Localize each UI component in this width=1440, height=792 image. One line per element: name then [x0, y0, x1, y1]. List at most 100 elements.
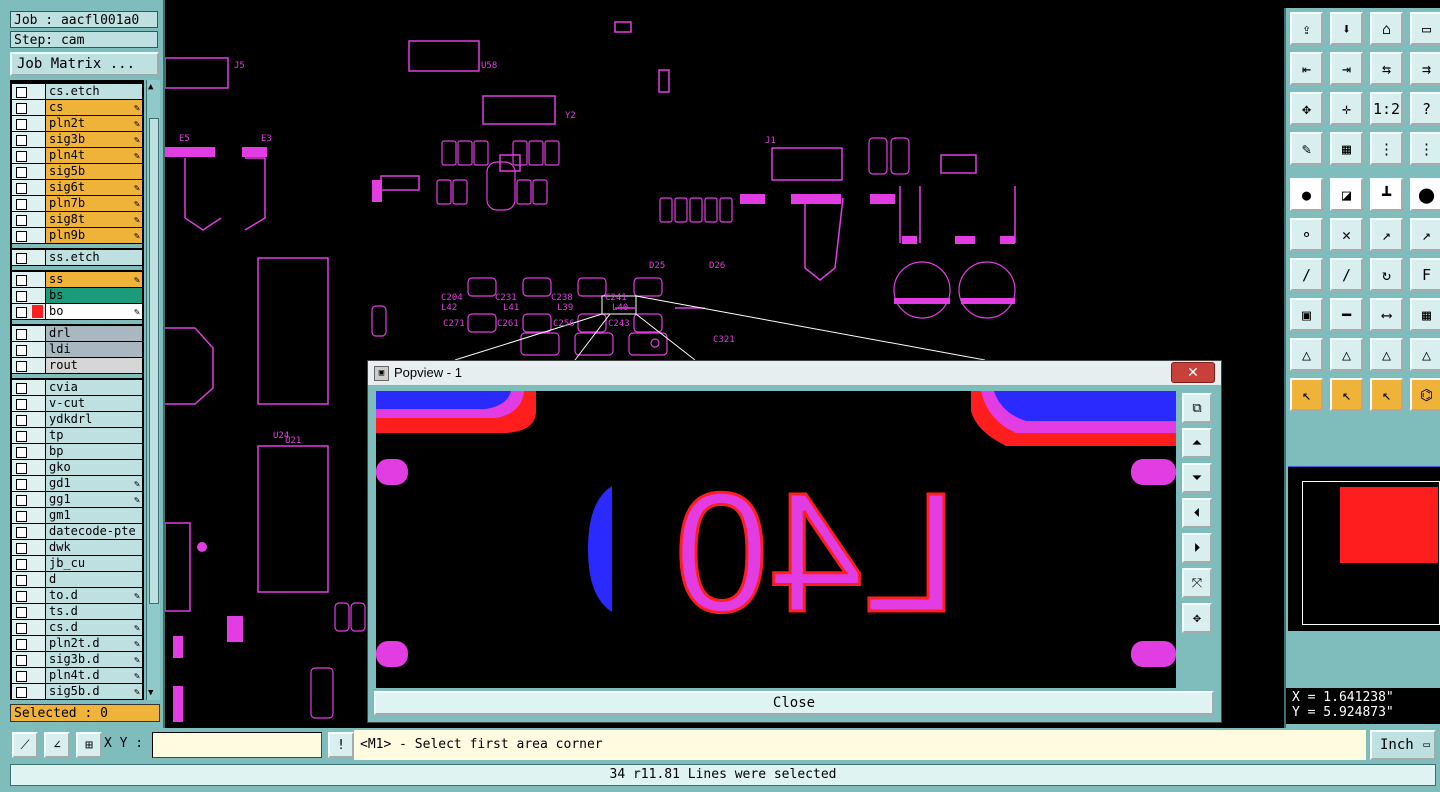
- layer-checkbox[interactable]: [16, 399, 27, 410]
- layer-name[interactable]: cvia: [46, 380, 142, 395]
- layer-checkbox[interactable]: [16, 671, 27, 682]
- layer-checkbox[interactable]: [16, 345, 27, 356]
- layer-checkbox[interactable]: [16, 383, 27, 394]
- layer-name[interactable]: ldi: [46, 342, 142, 357]
- xy-input[interactable]: [152, 732, 322, 758]
- layer-checkbox[interactable]: [16, 511, 27, 522]
- pointer-icon[interactable]: ↖: [1290, 378, 1323, 411]
- layer-checkbox[interactable]: [16, 623, 27, 634]
- layer-name[interactable]: ydkdrl: [46, 412, 142, 427]
- layer-row[interactable]: gko: [12, 460, 142, 475]
- layer-name[interactable]: gg1 ✎: [46, 492, 142, 507]
- layer-list-scrollbar[interactable]: ▲ ▼: [146, 80, 160, 700]
- overview-viewport[interactable]: [1340, 487, 1438, 563]
- layer-name[interactable]: pln4t ✎: [46, 148, 142, 163]
- layer-row[interactable]: pln4t.d ✎: [12, 668, 142, 683]
- scroll-down-arrow-icon[interactable]: ▼: [148, 688, 158, 698]
- layer-name[interactable]: drl: [46, 326, 142, 341]
- popview-pan-down-icon[interactable]: ⏷: [1182, 463, 1212, 493]
- layer-checkbox[interactable]: [16, 275, 27, 286]
- layer-name[interactable]: cs.d ✎: [46, 620, 142, 635]
- layer-checkbox[interactable]: [16, 447, 27, 458]
- layer-row[interactable]: ss ✎: [12, 272, 142, 287]
- angle-icon[interactable]: △: [1290, 338, 1323, 371]
- pan-left-icon[interactable]: ⇤: [1290, 52, 1323, 85]
- layer-checkbox[interactable]: [16, 199, 27, 210]
- layer-row[interactable]: d: [12, 572, 142, 587]
- flow-icon[interactable]: ⌬: [1410, 378, 1440, 411]
- grid-icon[interactable]: ▦: [1330, 132, 1363, 165]
- layer-checkbox[interactable]: [16, 655, 27, 666]
- popview-zoom-out-icon[interactable]: ⤧: [1182, 568, 1212, 598]
- layer-name[interactable]: jb_cu: [46, 556, 142, 571]
- overview-map[interactable]: [1288, 466, 1440, 631]
- edit-icon[interactable]: ✎: [1290, 132, 1323, 165]
- layer-checkbox[interactable]: [16, 575, 27, 586]
- layer-name[interactable]: pln9b ✎: [46, 228, 142, 243]
- cross-icon[interactable]: ✕: [1330, 218, 1363, 251]
- layer-row[interactable]: pln2t.d ✎: [12, 636, 142, 651]
- layer-row[interactable]: bo ✎: [12, 304, 142, 319]
- layer-row[interactable]: gd1 ✎: [12, 476, 142, 491]
- layer-name[interactable]: bo ✎: [46, 304, 142, 319]
- layer-name[interactable]: gko: [46, 460, 142, 475]
- layer-checkbox[interactable]: [16, 591, 27, 602]
- netlist-icon[interactable]: ⋮: [1370, 132, 1403, 165]
- home-icon[interactable]: ⌂: [1370, 12, 1403, 45]
- layer-name[interactable]: sig3b ✎: [46, 132, 142, 147]
- layer-checkbox[interactable]: [16, 119, 27, 130]
- pointer3-icon[interactable]: ↖: [1370, 378, 1403, 411]
- fit-icon[interactable]: ✥: [1290, 92, 1323, 125]
- layer-row[interactable]: sig5b: [12, 164, 142, 179]
- layer-row[interactable]: sig8t ✎: [12, 212, 142, 227]
- line-icon[interactable]: ∕: [1290, 258, 1323, 291]
- layer-row[interactable]: rout: [12, 358, 142, 373]
- layer-name[interactable]: v-cut: [46, 396, 142, 411]
- layer-name[interactable]: ss ✎: [46, 272, 142, 287]
- layer-checkbox[interactable]: [16, 253, 27, 264]
- layer-row[interactable]: sig3b.d ✎: [12, 652, 142, 667]
- layer-row[interactable]: gm1: [12, 508, 142, 523]
- pointer2-icon[interactable]: ↖: [1330, 378, 1363, 411]
- layer-name[interactable]: ss.etch: [46, 250, 142, 265]
- popview-zoom-in-icon[interactable]: ✥: [1182, 603, 1212, 633]
- layer-name[interactable]: d: [46, 572, 142, 587]
- measure-angle-icon[interactable]: ∠: [44, 732, 70, 758]
- layer-row[interactable]: cs.d ✎: [12, 620, 142, 635]
- layer-name[interactable]: datecode-pte: [46, 524, 142, 539]
- popview-canvas[interactable]: L40: [376, 391, 1176, 688]
- layer-row[interactable]: sig5b.d ✎: [12, 684, 142, 699]
- layer-row[interactable]: bs: [12, 288, 142, 303]
- layer-row[interactable]: cs ✎: [12, 100, 142, 115]
- dimension-icon[interactable]: ⟷: [1370, 298, 1403, 331]
- route-icon[interactable]: ↗: [1370, 218, 1403, 251]
- layer-name[interactable]: rout: [46, 358, 142, 373]
- popview-pan-left-icon[interactable]: ⏴: [1182, 498, 1212, 528]
- layer-name[interactable]: gm1: [46, 508, 142, 523]
- layer-checkbox[interactable]: [16, 291, 27, 302]
- step-icon[interactable]: ⇉: [1410, 52, 1440, 85]
- layer-row[interactable]: jb_cu: [12, 556, 142, 571]
- layer-row[interactable]: cs.etch: [12, 84, 142, 99]
- layer-name[interactable]: pln2t ✎: [46, 116, 142, 131]
- ratio-icon[interactable]: 1:2: [1370, 92, 1403, 125]
- center-icon[interactable]: ✛: [1330, 92, 1363, 125]
- connect-icon[interactable]: ⚬: [1290, 218, 1323, 251]
- layer-checkbox[interactable]: [16, 87, 27, 98]
- text-icon[interactable]: F: [1410, 258, 1440, 291]
- layer-checkbox[interactable]: [16, 543, 27, 554]
- pan-right-icon[interactable]: ⇥: [1330, 52, 1363, 85]
- layer-checkbox[interactable]: [16, 307, 27, 318]
- grid-icon[interactable]: ⊞: [76, 732, 102, 758]
- layer-row[interactable]: drl: [12, 326, 142, 341]
- layer-row[interactable]: ydkdrl: [12, 412, 142, 427]
- close-icon[interactable]: ✕: [1171, 362, 1215, 383]
- layer-name[interactable]: sig8t ✎: [46, 212, 142, 227]
- layer-name[interactable]: pln2t.d ✎: [46, 636, 142, 651]
- layer-checkbox[interactable]: [16, 687, 27, 698]
- layer-checkbox[interactable]: [16, 415, 27, 426]
- layer-name[interactable]: sig6t ✎: [46, 180, 142, 195]
- layer-checkbox[interactable]: [16, 479, 27, 490]
- layer-checkbox[interactable]: [16, 329, 27, 340]
- angle3-icon[interactable]: △: [1370, 338, 1403, 371]
